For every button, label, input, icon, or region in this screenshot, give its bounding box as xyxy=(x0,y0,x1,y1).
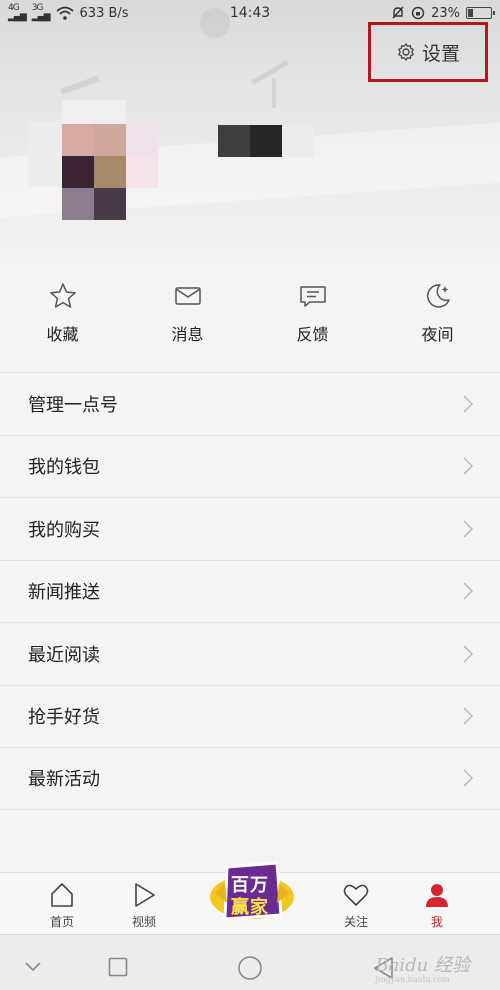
menu-item-hot-goods[interactable]: 抢手好货 xyxy=(0,684,500,748)
baidu-watermark: Baidu 经验 jingyan.baidu.com xyxy=(375,955,470,984)
tab-label: 我 xyxy=(430,915,443,929)
menu-item-label: 最新活动 xyxy=(28,769,100,791)
menu-item-label: 新闻推送 xyxy=(28,582,100,604)
messages-button[interactable]: 消息 xyxy=(125,265,250,370)
feedback-button[interactable]: 反馈 xyxy=(250,265,375,370)
tab-home[interactable]: 首页 xyxy=(32,881,92,930)
settings-label: 设置 xyxy=(421,42,460,65)
tab-video[interactable]: 视频 xyxy=(114,881,174,930)
menu-item-latest-events[interactable]: 最新活动 xyxy=(0,747,500,810)
night-mode-button[interactable]: 夜间 xyxy=(375,265,500,370)
feedback-label: 反馈 xyxy=(296,325,329,344)
clock: 14:43 xyxy=(229,5,271,21)
chevron-right-icon xyxy=(463,457,474,475)
menu-item-purchases[interactable]: 我的购买 xyxy=(0,497,500,560)
status-bar: 4G ▂▄▆ 3G ▂▄▆ 633 B/s 14:43 23% xyxy=(0,0,500,26)
menu-item-label: 抢手好货 xyxy=(28,707,100,729)
promo-millionaire-button[interactable]: 百万 赢家 xyxy=(207,853,297,935)
chevron-down-icon[interactable] xyxy=(24,961,42,973)
tab-label: 视频 xyxy=(131,915,156,929)
night-mode-label: 夜间 xyxy=(421,325,454,344)
menu-list: 管理一点号 我的钱包 我的购买 新闻推送 最近阅读 抢手好货 最新活动 xyxy=(0,372,500,810)
chevron-right-icon xyxy=(463,582,474,600)
star-icon xyxy=(49,283,76,308)
quick-actions: 收藏 消息 反馈 夜间 xyxy=(0,265,500,370)
chevron-right-icon xyxy=(463,769,474,787)
gear-icon xyxy=(398,43,414,61)
promo-label-bottom: 赢家 xyxy=(231,897,269,918)
chevron-right-icon xyxy=(463,707,474,725)
menu-item-label: 管理一点号 xyxy=(28,394,118,416)
tab-follow[interactable]: 关注 xyxy=(326,881,386,930)
play-icon xyxy=(135,883,155,907)
chevron-right-icon xyxy=(463,395,474,413)
recent-apps-icon[interactable] xyxy=(108,957,128,977)
avatar[interactable] xyxy=(28,100,158,225)
tab-label: 首页 xyxy=(49,915,74,929)
menu-item-label: 最近阅读 xyxy=(28,644,100,666)
chevron-right-icon xyxy=(463,520,474,538)
moon-icon xyxy=(426,284,450,308)
feedback-icon xyxy=(299,286,326,307)
user-icon xyxy=(426,884,448,907)
bottom-tab-bar: 首页 视频 百万 赢家 关注 我 xyxy=(0,861,500,934)
menu-item-wallet[interactable]: 我的钱包 xyxy=(0,434,500,498)
heart-icon xyxy=(343,884,369,906)
mail-icon xyxy=(174,287,201,305)
messages-label: 消息 xyxy=(171,325,204,344)
home-circle-icon[interactable] xyxy=(237,955,263,981)
battery-icon xyxy=(466,7,495,19)
menu-item-label: 我的购买 xyxy=(28,519,100,541)
favorites-button[interactable]: 收藏 xyxy=(0,265,125,370)
menu-item-recent-reading[interactable]: 最近阅读 xyxy=(0,622,500,685)
background-decoration xyxy=(251,60,289,85)
system-nav-bar: Baidu 经验 jingyan.baidu.com xyxy=(0,934,500,990)
tab-me[interactable]: 我 xyxy=(407,881,467,930)
home-icon xyxy=(51,883,73,907)
settings-button[interactable]: 设置 xyxy=(368,22,488,82)
background-decoration xyxy=(272,78,276,108)
chevron-right-icon xyxy=(463,645,474,663)
menu-item-news-push[interactable]: 新闻推送 xyxy=(0,559,500,623)
tab-label: 关注 xyxy=(343,915,368,929)
background-decoration xyxy=(60,75,100,95)
menu-item-label: 我的钱包 xyxy=(28,457,100,479)
favorites-label: 收藏 xyxy=(46,325,79,344)
menu-item-manage-yidianhao[interactable]: 管理一点号 xyxy=(0,372,500,435)
